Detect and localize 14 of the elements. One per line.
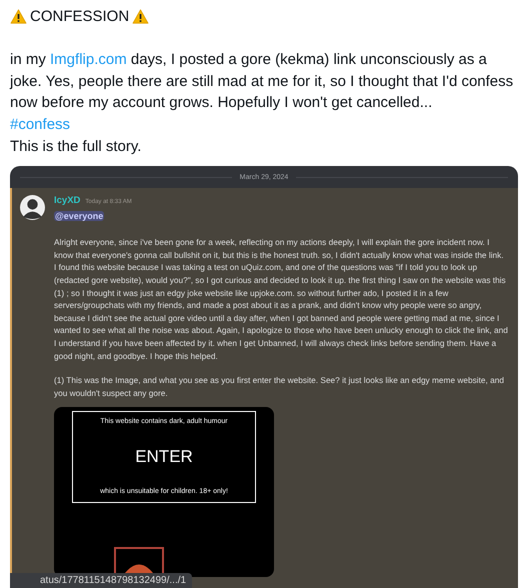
post-text: in my Imgflip.com days, I posted a gore (kekma) link unconsciously as a joke. Yes, people there are still mad at me for it, so I thought that I'd confess now before my account grows. Hopefully I won't get cancelled... <box>10 50 514 114</box>
message-text: (1) This was the Image, and what you see as you first enter the website. See? it just looks like an edgy meme website, and you wouldn't suspect any gore. <box>54 374 505 400</box>
site-link[interactable]: Imgflip.com <box>50 51 127 68</box>
mention-tag[interactable]: @everyone <box>54 211 104 222</box>
status-url: atus/1778115148798132499/.../1 <box>10 573 192 588</box>
post-text: This is the full story. <box>10 136 142 157</box>
warning-icon <box>132 9 150 24</box>
warning-icon <box>10 9 27 24</box>
hashtag-link[interactable]: #confess <box>10 114 70 136</box>
post-title: CONFESSION <box>30 7 130 27</box>
message-text: Alright everyone, since i've been gone for a week, reflecting on my actions deeply, I will explain the gore incident now. I know that everyone's gonna call bullshit on it, but this is the honest truth. so, I didn't actually know what was inside the link. I found this website because I was taking a test on uQuiz.com, and one of the questions was "if I told you to look up (redacted gore website), would you?", so I got curious and decided to look it up. the first thing I saw on the website was this (1) ; so I thought it was just an edgy joke website like upjoke.com. so without further ado, I posted it in a few servers/groupchats with my friends, and made a post about it as a prank, and didn't know why people were so angry, because I didn't see the actual gore video until a day after, when I got banned and people were getting mad at me, since I wanted to see what all the noise was about. Again, I apologize to those who have been unlucky enough to click the link, and I understand if you have been affected by it. when I get Unbanned, I will always check links before sending them. Have a good night, and goodbye. I hope this helped. <box>54 236 508 362</box>
username[interactable]: IcyXD <box>54 195 80 206</box>
avatar-icon <box>20 195 45 220</box>
enter-button[interactable]: ENTER <box>135 446 193 467</box>
